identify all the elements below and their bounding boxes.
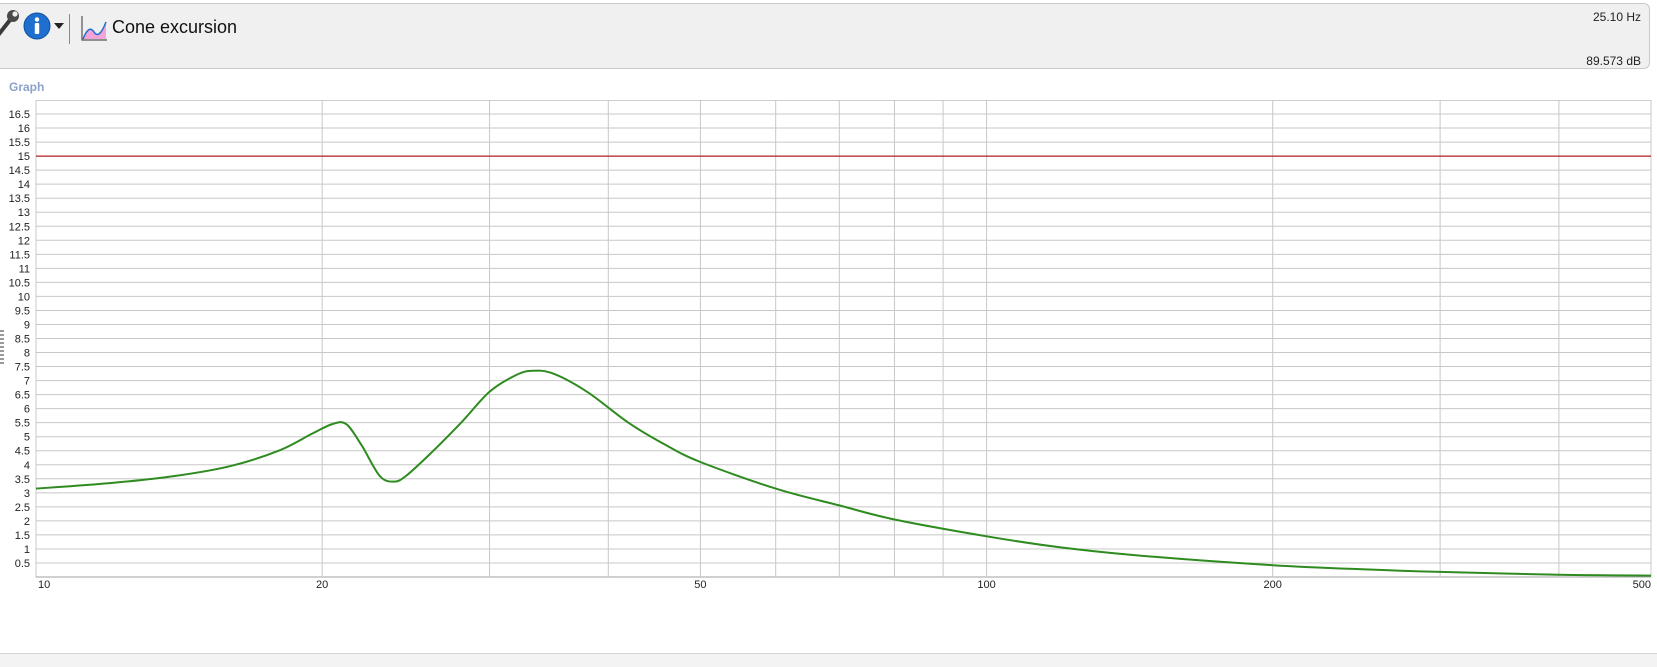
- frequency-readout: 25.10 Hz: [1592, 10, 1641, 24]
- x-tick-label: 50: [694, 579, 706, 591]
- y-tick-label: 6: [24, 404, 30, 416]
- y-tick-label: 1: [24, 544, 30, 556]
- y-tick-label: 8: [24, 348, 30, 360]
- y-tick-label: 14.5: [9, 165, 30, 177]
- y-tick-label: 9: [24, 319, 30, 331]
- y-tick-label: 5: [24, 432, 30, 444]
- info-icon[interactable]: [23, 12, 51, 40]
- y-tick-label: 3.5: [15, 474, 30, 486]
- y-tick-label: 10.5: [9, 277, 30, 289]
- y-tick-label: 11.5: [9, 249, 30, 261]
- y-tick-label: 1.5: [15, 530, 30, 542]
- y-tick-label: 3: [24, 488, 30, 500]
- wrench-icon[interactable]: [0, 8, 21, 36]
- level-readout: 89.573 dB: [1586, 54, 1641, 68]
- y-tick-label: 4: [24, 460, 30, 472]
- y-tick-label: 7: [24, 376, 30, 388]
- y-tick-label: 12: [18, 235, 30, 247]
- y-tick-label: 13.5: [9, 193, 30, 205]
- y-tick-label: 11: [19, 263, 30, 275]
- y-tick-label: 7.5: [15, 362, 30, 374]
- y-tick-label: 0.5: [15, 558, 30, 570]
- toolbar-separator: [69, 14, 70, 44]
- y-tick-label: 9.5: [15, 305, 30, 317]
- toolbar: Cone excursion 25.10 Hz 89.573 dB: [0, 3, 1650, 69]
- y-tick-label: 2.5: [15, 502, 30, 514]
- x-tick-label: 500: [1633, 579, 1651, 591]
- y-tick-label: 6.5: [15, 390, 30, 402]
- section-label: Graph: [9, 80, 45, 94]
- y-tick-label: 8.5: [15, 334, 30, 346]
- y-tick-label: 15.5: [9, 137, 30, 149]
- y-tick-label: 16.5: [9, 109, 30, 121]
- bottom-bar: [0, 653, 1657, 667]
- view-title: Cone excursion: [112, 17, 238, 37]
- y-tick-label: 14: [18, 179, 30, 191]
- x-tick-label: 200: [1264, 579, 1282, 591]
- y-tick-label: 13: [18, 207, 30, 219]
- chart: 0.511.522.533.544.555.566.577.588.599.51…: [9, 100, 1652, 591]
- dropdown-arrow-icon[interactable]: [53, 20, 65, 32]
- y-tick-label: 12.5: [9, 221, 30, 233]
- x-tick-label: 20: [316, 579, 328, 591]
- y-tick-label: 2: [24, 516, 30, 528]
- y-tick-label: 10: [18, 291, 30, 303]
- y-tick-label: 15: [18, 151, 30, 163]
- y-tick-label: 4.5: [15, 446, 30, 458]
- x-tick-label: 100: [977, 579, 995, 591]
- y-tick-label: 5.5: [15, 418, 30, 430]
- y-tick-label: 16: [18, 123, 30, 135]
- graph-icon[interactable]: [79, 14, 109, 44]
- x-tick-label: 10: [38, 579, 50, 591]
